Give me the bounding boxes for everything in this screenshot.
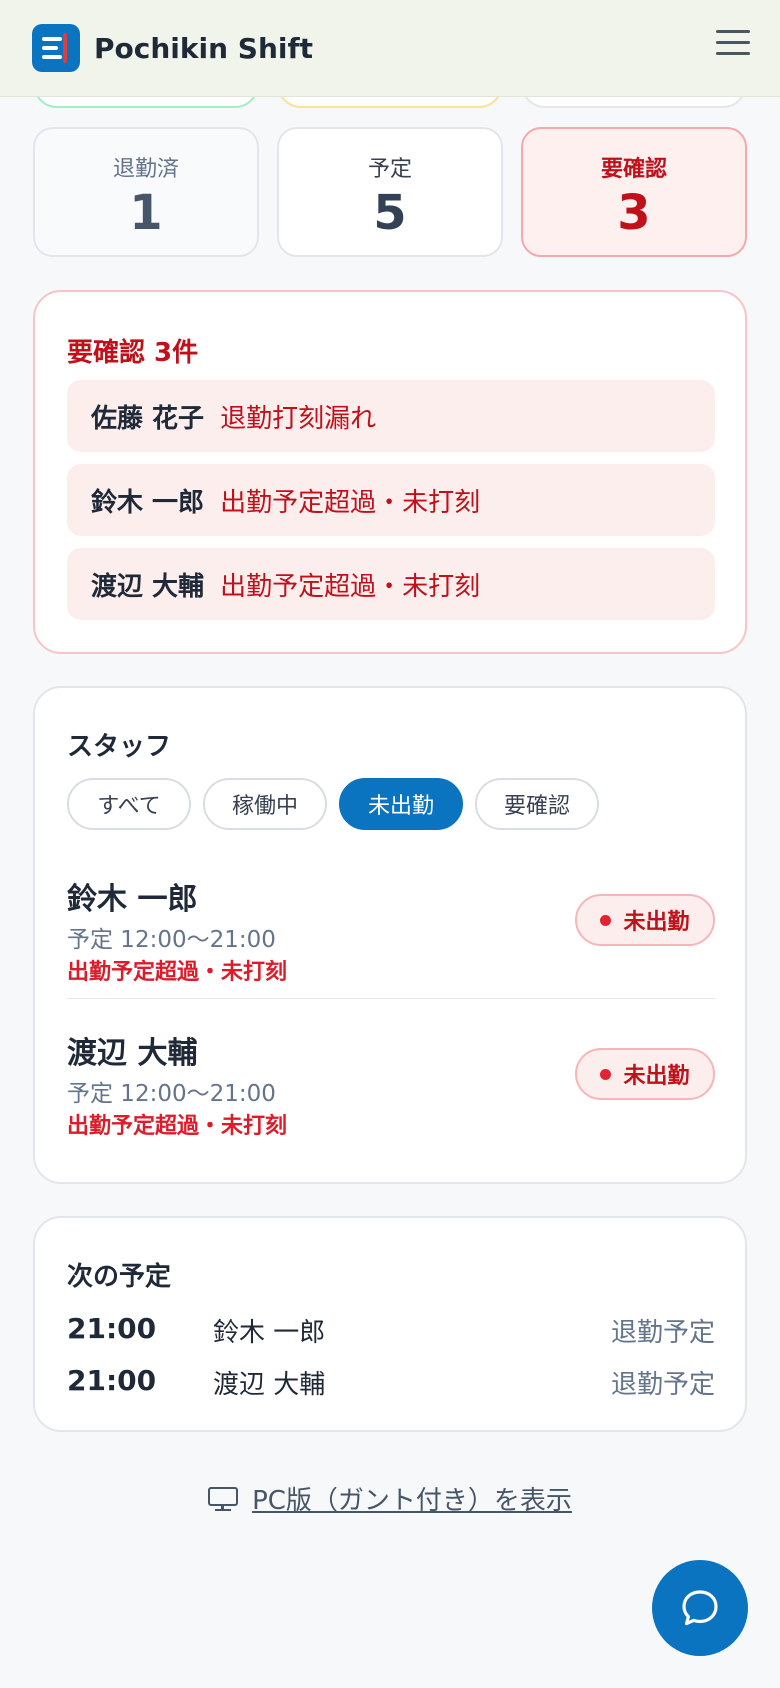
stat-label: 要確認 [600,157,667,182]
alert-item[interactable]: 渡辺 大輔 出勤予定超過・未打刻 [67,548,715,620]
app-title: Pochikin Shift [94,31,314,65]
status-dot-icon [600,1068,612,1080]
alert-item[interactable]: 佐藤 花子 退勤打刻漏れ [67,380,715,452]
chat-button[interactable] [652,1560,748,1656]
status-badge: 未出勤 [575,894,715,946]
schedule-event: 退勤予定 [610,1370,715,1400]
app-logo-icon[interactable] [32,24,80,72]
status-badge-label: 未出勤 [623,1064,690,1089]
staff-row[interactable]: 渡辺 大輔 予定 12:00〜21:00 出勤予定超過・未打刻 未出勤 [67,1028,715,1158]
stat-label: 予定 [367,157,412,182]
staff-warning: 出勤予定超過・未打刻 [67,1114,288,1139]
schedule-name: 渡辺 大輔 [213,1370,326,1400]
hamburger-menu-icon[interactable] [716,30,750,64]
alert-name: 渡辺 大輔 [91,571,205,602]
staff-card: スタッフ すべて 稼働中 未出勤 要確認 鈴木 一郎 予定 12:00〜21:0… [33,686,747,1184]
staff-schedule: 予定 12:00〜21:00 [67,1081,276,1107]
stat-value: 5 [373,185,407,241]
next-schedule-card: 次の予定 21:00 鈴木 一郎 退勤予定 21:00 渡辺 大輔 退勤予定 [33,1216,747,1432]
stat-card-needs-check[interactable]: 要確認 3 [521,127,747,257]
status-dot-icon [600,914,612,926]
alert-message: 退勤打刻漏れ [220,403,377,434]
needs-check-card: 要確認 3件 佐藤 花子 退勤打刻漏れ 鈴木 一郎 出勤予定超過・未打刻 渡辺 … [33,290,747,654]
filter-chip-needs-check[interactable]: 要確認 [475,778,599,830]
stat-value: 3 [617,185,651,241]
staff-title: スタッフ [67,732,172,762]
filter-chip-all[interactable]: すべて [67,778,191,830]
next-schedule-title: 次の予定 [67,1262,172,1292]
monitor-icon [208,1486,239,1511]
staff-row[interactable]: 鈴木 一郎 予定 12:00〜21:00 出勤予定超過・未打刻 未出勤 [67,874,715,1004]
alert-message: 出勤予定超過・未打刻 [220,571,481,602]
chat-bubble-icon [682,1590,718,1626]
staff-name: 渡辺 大輔 [67,1036,198,1071]
staff-warning: 出勤予定超過・未打刻 [67,960,288,985]
status-badge: 未出勤 [575,1048,715,1100]
filter-chip-working[interactable]: 稼働中 [203,778,327,830]
alert-item[interactable]: 鈴木 一郎 出勤予定超過・未打刻 [67,464,715,536]
stat-card-clocked-out[interactable]: 退勤済 1 [33,127,259,257]
schedule-name: 鈴木 一郎 [213,1318,326,1348]
schedule-time: 21:00 [67,1364,157,1397]
divider [67,998,715,999]
alert-name: 鈴木 一郎 [91,487,205,518]
schedule-time: 21:00 [67,1312,157,1345]
staff-name: 鈴木 一郎 [67,882,198,917]
alert-message: 出勤予定超過・未打刻 [220,487,481,518]
stat-label: 退勤済 [112,157,179,182]
app-header: Pochikin Shift [0,0,780,97]
staff-schedule: 予定 12:00〜21:00 [67,927,276,953]
pc-version-link-label[interactable]: PC版（ガント付き）を表示 [252,1480,572,1517]
stat-value: 1 [129,185,163,241]
schedule-event: 退勤予定 [610,1318,715,1348]
stat-card-scheduled[interactable]: 予定 5 [277,127,503,257]
filter-chip-not-clocked-in[interactable]: 未出勤 [339,778,463,830]
pc-version-link[interactable]: PC版（ガント付き）を表示 [0,1480,780,1517]
alert-name: 佐藤 花子 [91,403,205,434]
needs-check-title: 要確認 3件 [67,338,199,368]
status-badge-label: 未出勤 [623,910,690,935]
